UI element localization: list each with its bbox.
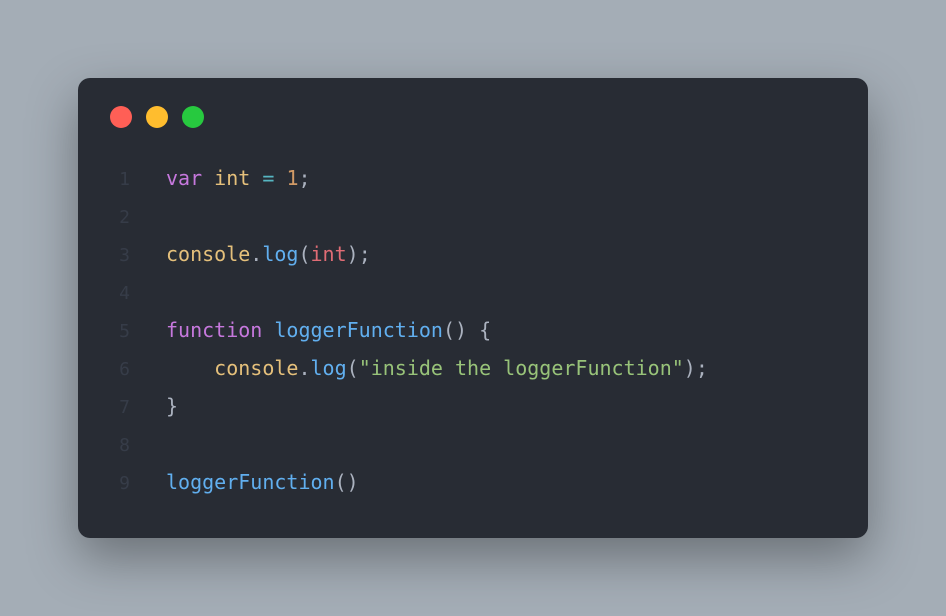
code-line[interactable]: 5 function loggerFunction() { [110,312,836,350]
code-token: 1 [286,166,298,190]
line-number: 7 [110,390,130,426]
zoom-icon[interactable] [182,106,204,128]
code-token [166,356,214,380]
code-token: int [311,242,347,266]
line-number: 5 [110,314,130,350]
close-icon[interactable] [110,106,132,128]
line-number: 2 [110,200,130,236]
code-token [202,166,214,190]
code-line[interactable]: 1var int = 1; [110,160,836,198]
minimize-icon[interactable] [146,106,168,128]
line-number: 6 [110,352,130,388]
line-number: 3 [110,238,130,274]
line-content [166,426,178,462]
code-token: ) [347,242,359,266]
code-token: ) [455,318,467,342]
code-line[interactable]: 6 console.log("inside the loggerFunction… [110,350,836,388]
code-token [250,166,262,190]
line-content [166,274,178,310]
code-token: "inside the loggerFunction" [359,356,684,380]
traffic-lights [110,106,836,128]
code-token: ; [359,242,371,266]
code-token: ( [335,470,347,494]
line-content: } [166,388,178,424]
code-line[interactable]: 2 [110,198,836,236]
code-token: ; [696,356,708,380]
line-number: 9 [110,466,130,502]
code-token: ; [298,166,310,190]
code-token: var [166,166,202,190]
code-token: loggerFunction [166,470,335,494]
code-token: = [262,166,274,190]
code-token: ( [443,318,455,342]
line-number: 1 [110,162,130,198]
line-content: function loggerFunction() { [166,312,491,348]
line-content: console.log(int); [166,236,371,272]
line-content: loggerFunction() [166,464,359,500]
code-token: ( [298,242,310,266]
code-token: console [214,356,298,380]
code-token: . [250,242,262,266]
code-editor-window: 1var int = 1;2 3console.log(int);4 5func… [78,78,868,538]
line-content [166,198,178,234]
line-number: 8 [110,428,130,464]
code-area[interactable]: 1var int = 1;2 3console.log(int);4 5func… [110,160,836,502]
line-content: console.log("inside the loggerFunction")… [166,350,708,386]
code-token [262,318,274,342]
code-token: } [166,394,178,418]
code-token: log [311,356,347,380]
code-line[interactable]: 7} [110,388,836,426]
code-token: . [298,356,310,380]
code-line[interactable]: 3 console.log(int); [110,236,836,274]
code-token: loggerFunction [274,318,443,342]
code-line[interactable]: 9 loggerFunction() [110,464,836,502]
line-number: 4 [110,276,130,312]
code-token: int [214,166,250,190]
code-token: function [166,318,262,342]
code-token: ( [347,356,359,380]
code-token: ) [347,470,359,494]
code-token [274,166,286,190]
code-token [467,318,479,342]
code-token: log [262,242,298,266]
code-line[interactable]: 4 [110,274,836,312]
code-token: ) [684,356,696,380]
line-content: var int = 1; [166,160,311,196]
code-token: { [479,318,491,342]
code-token: console [166,242,250,266]
code-line[interactable]: 8 [110,426,836,464]
